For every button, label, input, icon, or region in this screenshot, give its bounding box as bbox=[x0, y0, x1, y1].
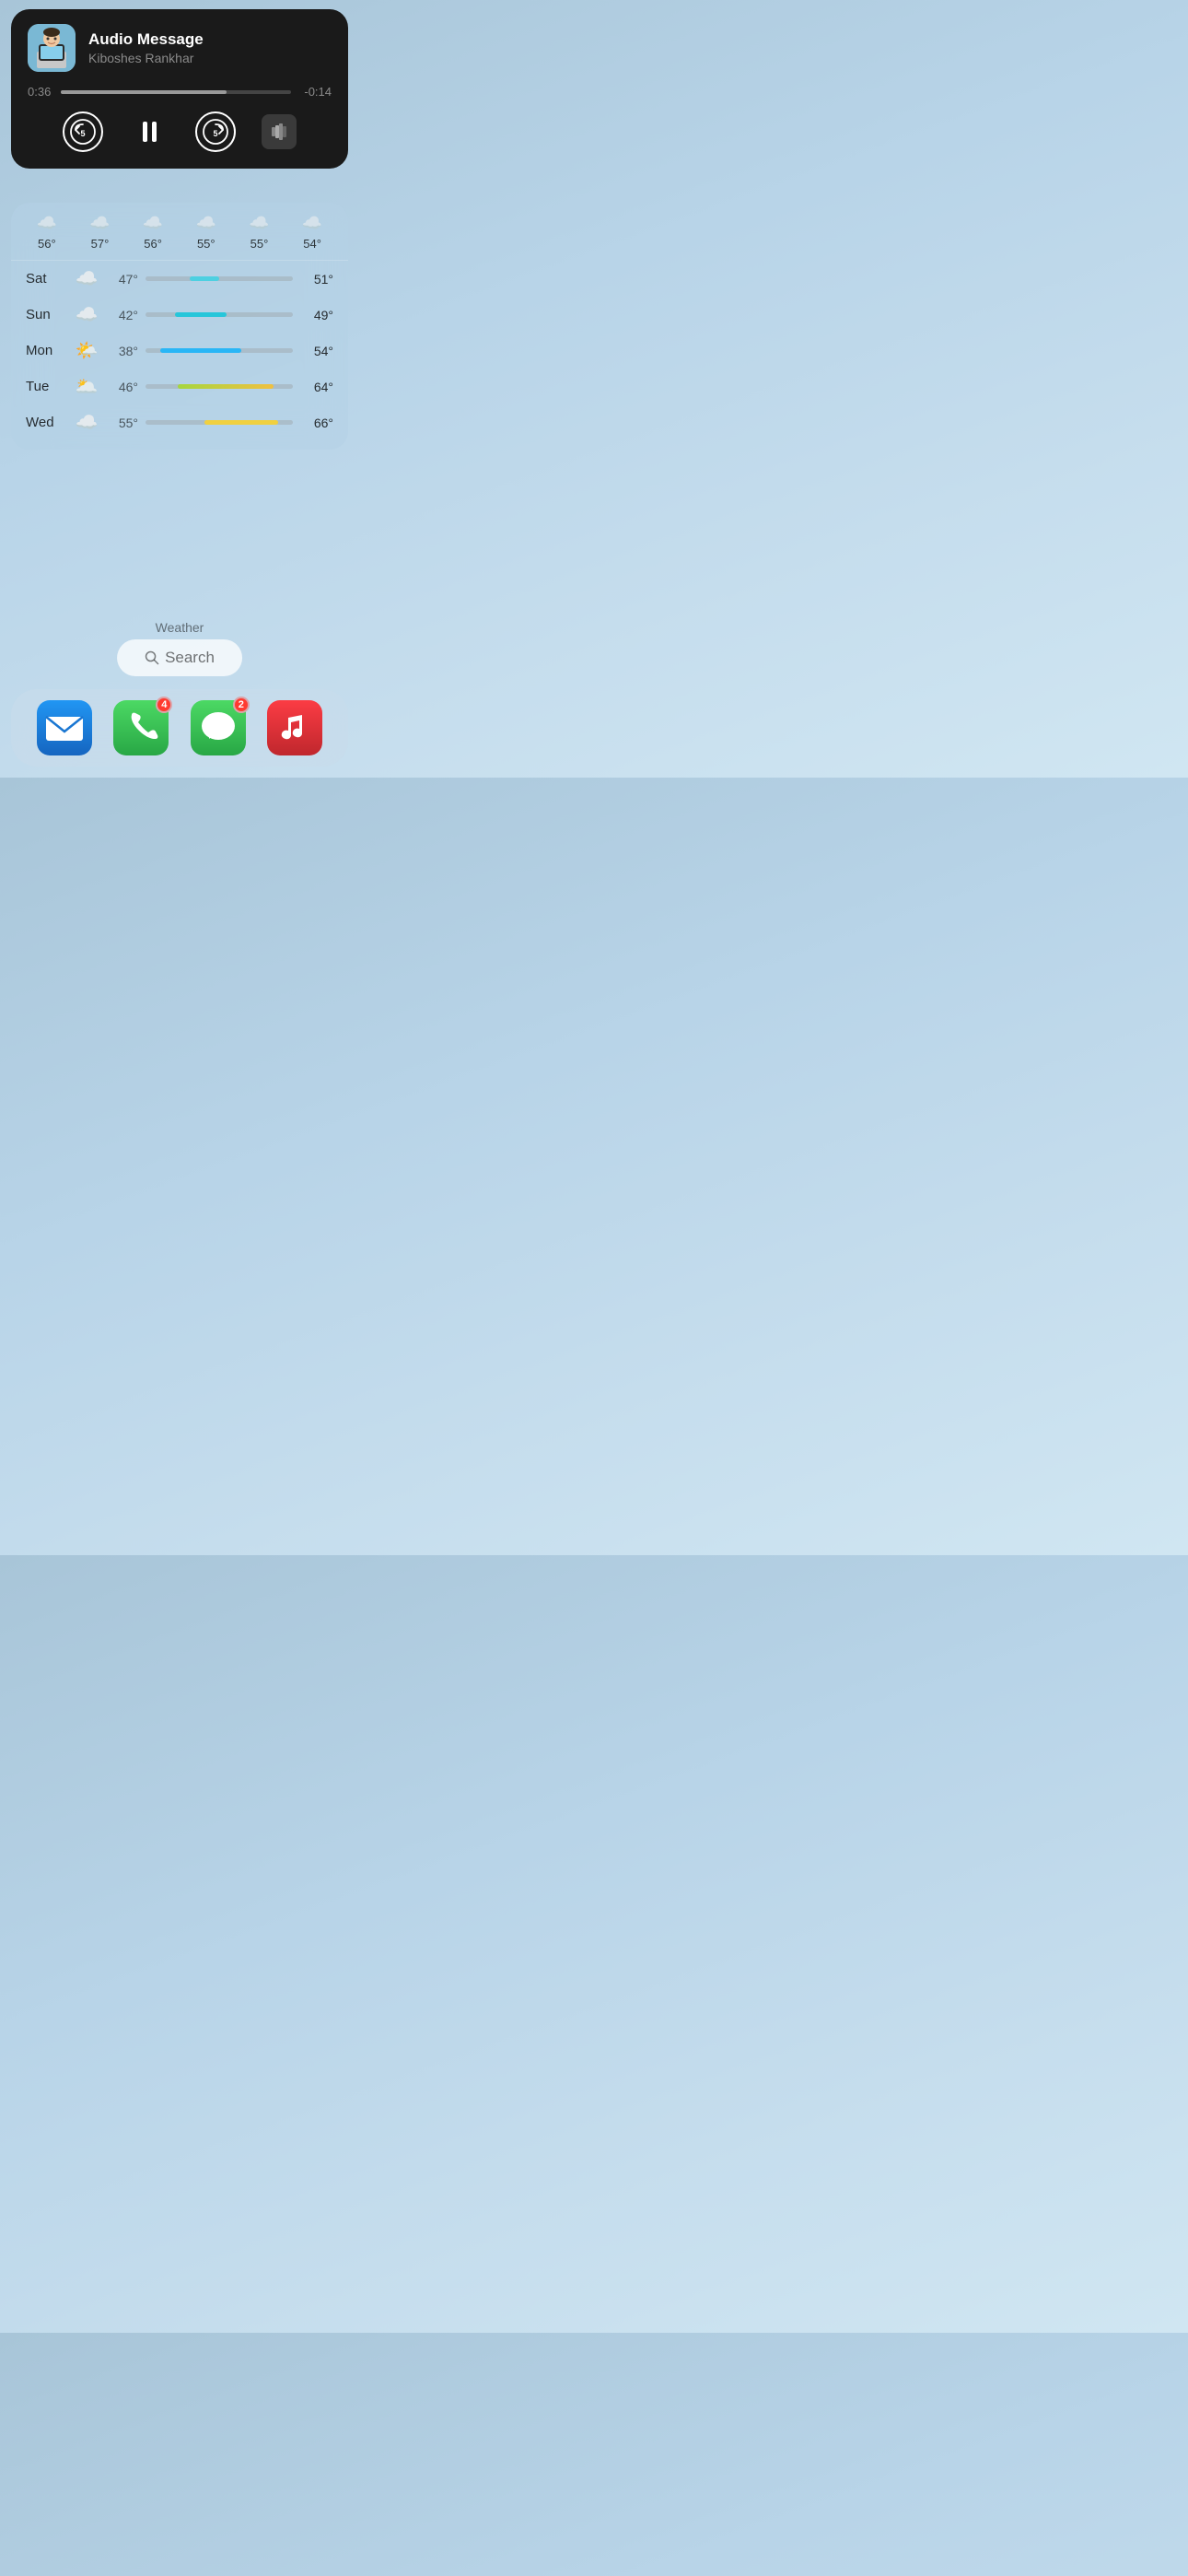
hourly-item-1: ☁️ 56° bbox=[37, 214, 57, 251]
hourly-item-3: ☁️ 56° bbox=[143, 214, 163, 251]
day-icon-tue: 🌥️ bbox=[70, 375, 103, 398]
pause-button[interactable] bbox=[129, 111, 169, 152]
day-high-wed: 66° bbox=[300, 416, 333, 430]
daily-row-wed: Wed ☁️ 55° 66° bbox=[11, 404, 348, 440]
audio-time-remaining: -0:14 bbox=[298, 85, 332, 99]
daily-row-tue: Tue 🌥️ 46° 64° bbox=[11, 369, 348, 404]
dock-music-icon[interactable] bbox=[267, 700, 322, 755]
day-bar-fill-tue bbox=[178, 384, 274, 389]
day-label-sun: Sun bbox=[26, 307, 70, 322]
progress-fill bbox=[61, 90, 227, 94]
svg-text:5: 5 bbox=[80, 129, 85, 138]
day-low-mon: 38° bbox=[103, 344, 138, 358]
audio-time-elapsed: 0:36 bbox=[28, 85, 53, 99]
cloud-icon-1: ☁️ bbox=[37, 214, 57, 233]
audio-sender: Kiboshes Rankhar bbox=[88, 51, 204, 65]
hourly-item-4: ☁️ 55° bbox=[196, 214, 216, 251]
progress-bar[interactable] bbox=[61, 90, 291, 94]
day-bar-mon bbox=[146, 348, 293, 353]
dock-mail-icon[interactable] bbox=[37, 700, 92, 755]
svg-text:5: 5 bbox=[213, 129, 217, 138]
hourly-temp-5: 55° bbox=[250, 237, 269, 251]
day-label-wed: Wed bbox=[26, 415, 70, 430]
hourly-temp-2: 57° bbox=[91, 237, 110, 251]
hourly-forecast-row: ☁️ 56° ☁️ 57° ☁️ 56° ☁️ 55° ☁️ 55° ☁️ 54… bbox=[11, 203, 348, 261]
dock-messages-icon[interactable]: 2 bbox=[191, 700, 246, 755]
avatar bbox=[28, 24, 76, 72]
cloud-icon-2: ☁️ bbox=[89, 214, 110, 233]
hourly-temp-4: 55° bbox=[197, 237, 215, 251]
day-bar-sat bbox=[146, 276, 293, 281]
forward-button[interactable]: 5 bbox=[195, 111, 236, 152]
audio-progress-row: 0:36 -0:14 bbox=[28, 85, 332, 99]
cloud-icon-3: ☁️ bbox=[143, 214, 163, 233]
day-low-sun: 42° bbox=[103, 308, 138, 322]
day-bar-fill-wed bbox=[204, 420, 278, 425]
day-label-tue: Tue bbox=[26, 379, 70, 394]
day-high-sun: 49° bbox=[300, 308, 333, 322]
day-high-mon: 54° bbox=[300, 344, 333, 358]
search-label: Search bbox=[165, 649, 215, 667]
day-icon-sat: ☁️ bbox=[70, 267, 103, 290]
cloud-icon-6: ☁️ bbox=[302, 214, 322, 233]
speaker-button[interactable] bbox=[262, 114, 297, 149]
day-bar-wed bbox=[146, 420, 293, 425]
rewind-button[interactable]: 5 bbox=[63, 111, 103, 152]
weather-widget: ☁️ 56° ☁️ 57° ☁️ 56° ☁️ 55° ☁️ 55° ☁️ 54… bbox=[11, 203, 348, 450]
hourly-item-2: ☁️ 57° bbox=[89, 214, 110, 251]
daily-row-sun: Sun ☁️ 42° 49° bbox=[11, 297, 348, 333]
dock: 4 2 bbox=[11, 689, 348, 767]
hourly-temp-1: 56° bbox=[38, 237, 56, 251]
audio-info: Audio Message Kiboshes Rankhar bbox=[88, 30, 204, 65]
audio-message-widget: Audio Message Kiboshes Rankhar 0:36 -0:1… bbox=[11, 9, 348, 169]
messages-badge: 2 bbox=[233, 697, 250, 713]
day-bar-fill-mon bbox=[160, 348, 241, 353]
pause-bar-right bbox=[152, 122, 157, 142]
day-high-tue: 64° bbox=[300, 380, 333, 394]
hourly-item-5: ☁️ 55° bbox=[249, 214, 269, 251]
day-low-tue: 46° bbox=[103, 380, 138, 394]
day-label-sat: Sat bbox=[26, 271, 70, 287]
search-button[interactable]: Search bbox=[117, 639, 242, 676]
dock-phone-icon[interactable]: 4 bbox=[113, 700, 169, 755]
day-icon-mon: 🌤️ bbox=[70, 339, 103, 362]
day-low-sat: 47° bbox=[103, 272, 138, 287]
audio-header: Audio Message Kiboshes Rankhar bbox=[28, 24, 332, 72]
cloud-icon-5: ☁️ bbox=[249, 214, 269, 233]
audio-title: Audio Message bbox=[88, 30, 204, 49]
day-bar-fill-sun bbox=[175, 312, 227, 317]
hourly-item-6: ☁️ 54° bbox=[302, 214, 322, 251]
day-icon-wed: ☁️ bbox=[70, 411, 103, 434]
day-bar-sun bbox=[146, 312, 293, 317]
weather-label: Weather bbox=[0, 620, 359, 635]
search-icon bbox=[145, 650, 159, 665]
day-label-mon: Mon bbox=[26, 343, 70, 358]
day-bar-fill-sat bbox=[190, 276, 219, 281]
hourly-temp-3: 56° bbox=[144, 237, 162, 251]
hourly-temp-6: 54° bbox=[303, 237, 321, 251]
phone-badge: 4 bbox=[156, 697, 172, 713]
day-low-wed: 55° bbox=[103, 416, 138, 430]
pause-bar-left bbox=[143, 122, 147, 142]
day-high-sat: 51° bbox=[300, 272, 333, 287]
cloud-icon-4: ☁️ bbox=[196, 214, 216, 233]
day-bar-tue bbox=[146, 384, 293, 389]
daily-row-sat: Sat ☁️ 47° 51° bbox=[11, 261, 348, 297]
day-icon-sun: ☁️ bbox=[70, 303, 103, 326]
audio-controls: 5 5 bbox=[28, 111, 332, 152]
daily-row-mon: Mon 🌤️ 38° 54° bbox=[11, 333, 348, 369]
